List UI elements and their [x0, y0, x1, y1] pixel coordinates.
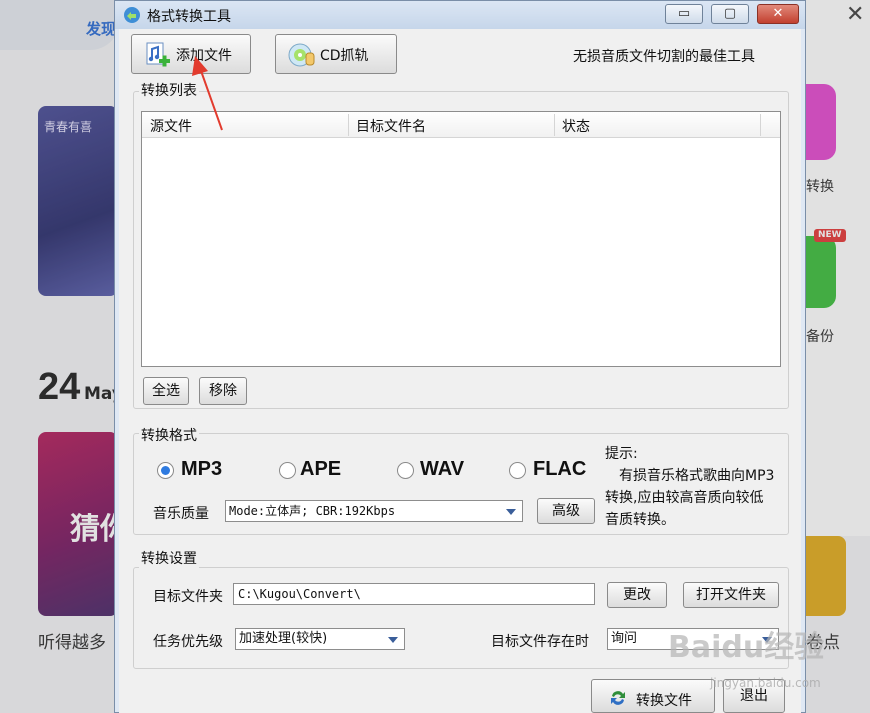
format-ape-radio[interactable]	[279, 462, 296, 479]
annotation-arrow	[192, 56, 223, 131]
select-all-button[interactable]: 全选	[143, 377, 189, 405]
watermark-url: jingyan.baidu.com	[710, 676, 821, 690]
format-hint: 提示: 有损音乐格式歌曲向MP3 转换,应由较高音质向较低 音质转换。	[605, 443, 795, 531]
title-bar[interactable]: 格式转换工具 ▭ ▢ ✕	[115, 1, 805, 29]
watermark-logo: Baidu经验	[668, 630, 825, 665]
convert-button[interactable]: 转换文件	[591, 679, 715, 713]
app-icon	[124, 7, 140, 23]
target-folder-input[interactable]: C:\Kugou\Convert\	[233, 583, 595, 605]
hint-title: 提示:	[605, 446, 638, 462]
file-list[interactable]: 源文件 目标文件名 状态	[141, 111, 781, 367]
settings-group-title: 转换设置	[139, 548, 199, 568]
format-group-title: 转换格式	[139, 425, 199, 445]
quality-label: 音乐质量	[153, 506, 209, 522]
format-mp3-radio[interactable]	[157, 462, 174, 479]
convert-label: 转换文件	[636, 693, 692, 709]
chevron-down-icon	[388, 637, 398, 643]
format-wav-radio[interactable]	[397, 462, 414, 479]
minimize-icon: ▭	[677, 6, 691, 21]
add-file-icon	[146, 42, 170, 67]
target-folder-label: 目标文件夹	[153, 589, 223, 605]
file-exists-value: 询问	[611, 631, 638, 646]
close-icon: ✕	[772, 6, 784, 21]
convert-icon	[611, 691, 625, 705]
slogan: 无损音质文件切割的最佳工具	[573, 49, 755, 65]
format-ape-label[interactable]: APE	[300, 458, 341, 481]
hint-line: 有损音乐格式歌曲向MP3	[619, 468, 775, 484]
column-target-name[interactable]: 目标文件名	[356, 116, 426, 136]
quality-value: Mode:立体声; CBR:192Kbps	[229, 504, 396, 518]
column-separator	[554, 114, 555, 136]
hint-line: 音质转换。	[605, 512, 675, 528]
remove-button[interactable]: 移除	[199, 377, 247, 405]
priority-select[interactable]: 加速处理(较快)	[235, 628, 405, 650]
column-separator	[348, 114, 349, 136]
file-exists-label: 目标文件存在时	[491, 634, 589, 650]
priority-label: 任务优先级	[153, 634, 223, 650]
chevron-down-icon	[506, 509, 516, 515]
format-flac-label[interactable]: FLAC	[533, 458, 586, 481]
format-wav-label[interactable]: WAV	[420, 458, 464, 481]
quality-select[interactable]: Mode:立体声; CBR:192Kbps	[225, 500, 523, 522]
window-title: 格式转换工具	[147, 9, 231, 25]
maximize-icon: ▢	[723, 6, 737, 21]
close-button[interactable]: ✕	[757, 4, 799, 24]
column-status[interactable]: 状态	[562, 116, 590, 136]
minimize-button[interactable]: ▭	[665, 4, 703, 24]
maximize-button[interactable]: ▢	[711, 4, 749, 24]
cd-icon	[288, 43, 315, 67]
cd-rip-label: CD抓轨	[320, 48, 369, 64]
open-folder-button[interactable]: 打开文件夹	[683, 582, 779, 608]
hint-line: 转换,应由较高音质向较低	[605, 490, 764, 506]
column-separator	[760, 114, 761, 136]
format-mp3-label[interactable]: MP3	[181, 458, 222, 481]
format-flac-radio[interactable]	[509, 462, 526, 479]
file-list-header: 源文件 目标文件名 状态	[142, 112, 780, 138]
priority-value: 加速处理(较快)	[239, 631, 328, 646]
cd-rip-button[interactable]: CD抓轨	[275, 34, 397, 74]
change-folder-button[interactable]: 更改	[607, 582, 667, 608]
advanced-button[interactable]: 高级	[537, 498, 595, 524]
